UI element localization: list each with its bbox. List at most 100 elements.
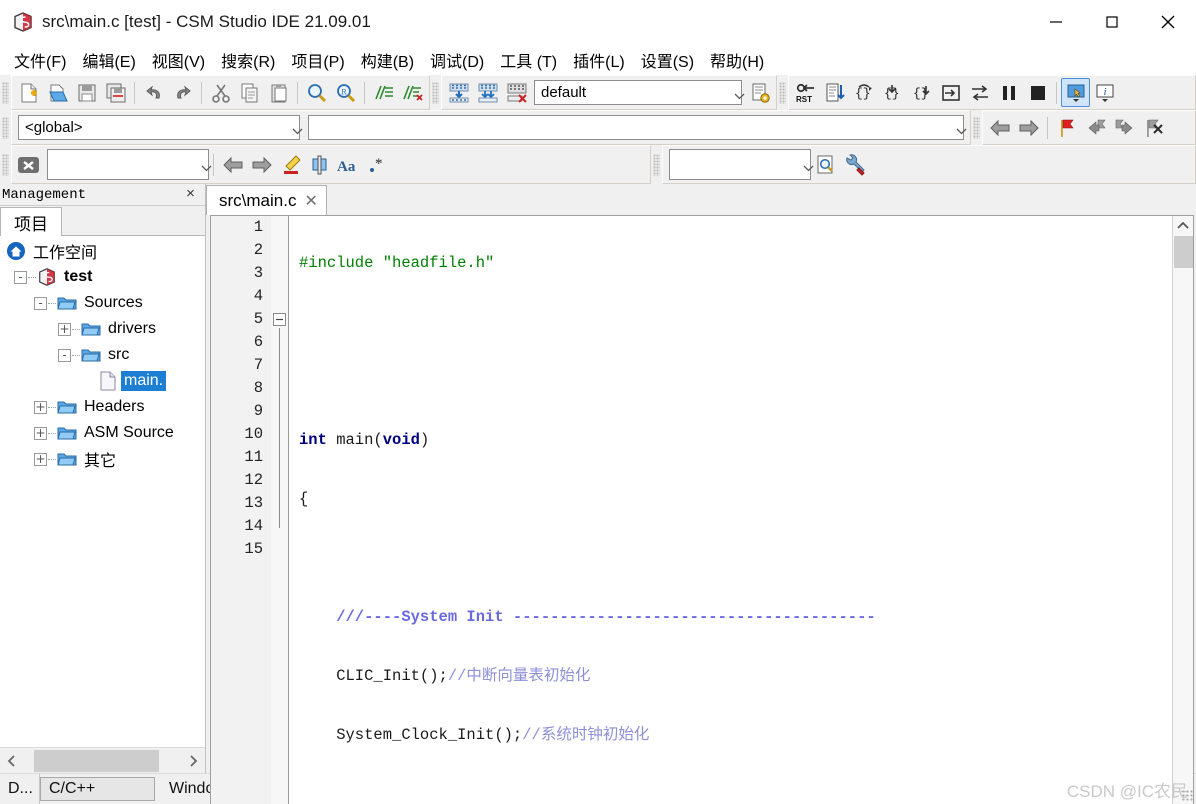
- tree-item-headers[interactable]: + Headers: [0, 394, 205, 420]
- tree-item-sources[interactable]: - Sources: [0, 290, 205, 316]
- nav-forward-icon[interactable]: [1014, 113, 1043, 142]
- menu-build[interactable]: 构建(B): [353, 45, 422, 75]
- clear-search-icon[interactable]: [14, 150, 43, 179]
- tree-item-main-c[interactable]: main.: [0, 368, 205, 394]
- tab-projects[interactable]: 项目: [0, 207, 62, 236]
- close-icon[interactable]: ×: [180, 186, 201, 203]
- editor-vscroll-thumb[interactable]: [1174, 236, 1193, 268]
- tree-item-asm-sources[interactable]: + ASM Source: [0, 420, 205, 446]
- toolbar-grip-nav[interactable]: [973, 117, 980, 139]
- scroll-up-icon[interactable]: [1173, 216, 1194, 236]
- indent-icon[interactable]: [369, 78, 398, 107]
- menu-help[interactable]: 帮助(H): [702, 45, 772, 75]
- toolbar-grip-debug[interactable]: [779, 82, 786, 104]
- resize-grip[interactable]: [1182, 790, 1194, 802]
- toolbar-grip-build[interactable]: [432, 82, 439, 104]
- menu-plugins[interactable]: 插件(L): [565, 45, 633, 75]
- scope-combo[interactable]: <global>: [18, 115, 300, 140]
- prev-bookmark-icon[interactable]: [1081, 113, 1110, 142]
- paste-icon[interactable]: [264, 78, 293, 107]
- tree-hscroll-track[interactable]: [24, 749, 181, 773]
- tree-item-workspace[interactable]: 工作空间: [0, 238, 205, 264]
- find-icon[interactable]: [302, 78, 331, 107]
- step-out-icon[interactable]: {}: [907, 78, 936, 107]
- code-text[interactable]: #include "headfile.h" int main(void) { /…: [289, 216, 1172, 804]
- match-case-icon[interactable]: Aa: [334, 150, 363, 179]
- clean-icon[interactable]: [502, 78, 531, 107]
- highlight-icon[interactable]: [276, 150, 305, 179]
- maximize-button[interactable]: [1084, 0, 1140, 45]
- tree-hscrollbar[interactable]: [0, 747, 205, 773]
- minimize-button[interactable]: [1028, 0, 1084, 45]
- build-target-combo[interactable]: default: [534, 80, 742, 105]
- close-icon[interactable]: ✕: [304, 191, 317, 211]
- status-language[interactable]: C/C++: [40, 777, 155, 801]
- build-options-icon[interactable]: [745, 78, 774, 107]
- tree-item-others[interactable]: + 其它: [0, 446, 205, 472]
- toolbar-grip-search[interactable]: [2, 154, 9, 176]
- tools-icon[interactable]: [840, 150, 869, 179]
- expander-icon[interactable]: -: [58, 349, 71, 362]
- debug-window-icon[interactable]: [1061, 78, 1090, 107]
- copy-icon[interactable]: [235, 78, 264, 107]
- nav-back-icon[interactable]: [985, 113, 1014, 142]
- continue-icon[interactable]: [965, 78, 994, 107]
- reset-icon[interactable]: RST: [791, 78, 820, 107]
- expander-icon[interactable]: +: [34, 427, 47, 440]
- project-tree[interactable]: 工作空间 - test: [0, 236, 205, 747]
- new-file-icon[interactable]: [14, 78, 43, 107]
- editor-vscroll-track[interactable]: [1173, 236, 1194, 804]
- editor-vscrollbar[interactable]: [1172, 216, 1193, 804]
- toggle-bookmark-icon[interactable]: [1052, 113, 1081, 142]
- expander-icon[interactable]: -: [34, 297, 47, 310]
- undo-icon[interactable]: [139, 78, 168, 107]
- step-over-icon[interactable]: {}: [849, 78, 878, 107]
- toolbar-grip-scope[interactable]: [2, 117, 9, 139]
- search-next-icon[interactable]: [247, 150, 276, 179]
- menu-project[interactable]: 项目(P): [283, 45, 352, 75]
- fold-toggle-icon[interactable]: [273, 313, 286, 326]
- symbol-combo[interactable]: [308, 115, 964, 140]
- menu-tools[interactable]: 工具 (T): [492, 45, 565, 75]
- menu-debug[interactable]: 调试(D): [422, 45, 492, 75]
- toolbar-grip[interactable]: [2, 82, 9, 104]
- editor-tab-main-c[interactable]: src\main.c ✕: [206, 185, 327, 215]
- search-prev-icon[interactable]: [218, 150, 247, 179]
- find-file-icon[interactable]: [811, 150, 840, 179]
- toolbar-grip-goto[interactable]: [653, 154, 660, 176]
- menu-view[interactable]: 视图(V): [144, 45, 213, 75]
- menu-search[interactable]: 搜索(R): [213, 45, 283, 75]
- goto-combo[interactable]: [669, 149, 811, 180]
- menu-settings[interactable]: 设置(S): [633, 45, 702, 75]
- next-bookmark-icon[interactable]: [1110, 113, 1139, 142]
- select-mode-icon[interactable]: [305, 150, 334, 179]
- redo-icon[interactable]: [168, 78, 197, 107]
- save-icon[interactable]: [72, 78, 101, 107]
- scroll-right-icon[interactable]: [181, 749, 205, 773]
- pause-icon[interactable]: [994, 78, 1023, 107]
- tree-item-drivers[interactable]: + drivers: [0, 316, 205, 342]
- incremental-search-combo[interactable]: [47, 149, 209, 180]
- step-into-line-icon[interactable]: [820, 78, 849, 107]
- expander-icon[interactable]: +: [34, 401, 47, 414]
- tree-item-src[interactable]: - src: [0, 342, 205, 368]
- step-into-icon[interactable]: {}: [878, 78, 907, 107]
- close-button[interactable]: [1140, 0, 1196, 45]
- expander-icon[interactable]: -: [14, 271, 27, 284]
- regex-icon[interactable]: *: [363, 150, 392, 179]
- fold-margin[interactable]: [271, 216, 289, 804]
- rebuild-icon[interactable]: [473, 78, 502, 107]
- expander-icon[interactable]: +: [34, 453, 47, 466]
- save-all-icon[interactable]: [101, 78, 130, 107]
- stop-icon[interactable]: [1023, 78, 1052, 107]
- scroll-left-icon[interactable]: [0, 749, 24, 773]
- debug-info-icon[interactable]: i: [1090, 78, 1119, 107]
- editor-viewport[interactable]: 1 2 3 4 5 6 7 8 9 10 11 12 13: [211, 216, 1172, 804]
- tree-item-project-test[interactable]: - test: [0, 264, 205, 290]
- menu-file[interactable]: 文件(F): [6, 45, 74, 75]
- unindent-icon[interactable]: [398, 78, 427, 107]
- open-file-icon[interactable]: [43, 78, 72, 107]
- replace-icon[interactable]: R: [331, 78, 360, 107]
- cut-icon[interactable]: [206, 78, 235, 107]
- build-icon[interactable]: [444, 78, 473, 107]
